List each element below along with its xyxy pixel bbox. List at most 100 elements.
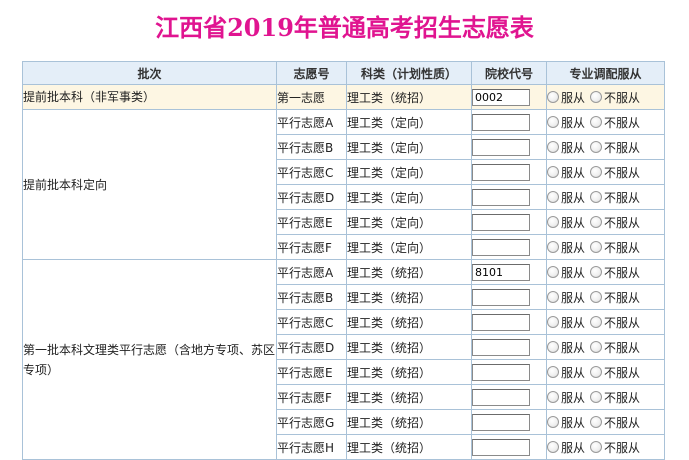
radio-button-icon[interactable] <box>590 365 603 378</box>
disobey-radio[interactable]: 不服从 <box>590 189 640 206</box>
radio-button-icon[interactable] <box>590 340 603 353</box>
disobey-radio[interactable]: 不服从 <box>590 264 640 281</box>
obey-radio-label: 服从 <box>561 165 586 180</box>
radio-button-icon[interactable] <box>590 240 603 253</box>
obey-radio[interactable]: 服从 <box>547 214 585 231</box>
order-cell: 平行志愿A <box>276 259 347 285</box>
obey-radio[interactable]: 服从 <box>547 189 585 206</box>
school-code-input[interactable] <box>472 338 530 356</box>
school-code-input[interactable] <box>472 313 530 331</box>
school-code-input[interactable] <box>472 138 530 156</box>
radio-button-icon[interactable] <box>590 90 603 103</box>
adjust-cell: 服从 不服从 <box>546 409 665 435</box>
radio-button-icon[interactable] <box>547 340 559 353</box>
obey-radio[interactable]: 服从 <box>547 164 585 181</box>
obey-radio[interactable]: 服从 <box>547 114 585 131</box>
school-code-input[interactable] <box>472 238 530 256</box>
school-code-input[interactable] <box>472 438 530 456</box>
obey-radio[interactable]: 服从 <box>547 264 585 281</box>
radio-button-icon[interactable] <box>590 190 603 203</box>
type-cell: 理工类（统招） <box>346 309 472 335</box>
school-code-input[interactable] <box>472 113 530 131</box>
radio-button-icon[interactable] <box>590 290 603 303</box>
disobey-radio[interactable]: 不服从 <box>590 389 640 406</box>
disobey-radio-label: 不服从 <box>604 315 641 330</box>
school-code-input[interactable] <box>472 263 530 281</box>
disobey-radio[interactable]: 不服从 <box>590 414 640 431</box>
table-row: 第一批本科文理类平行志愿（含地方专项、苏区专项）平行志愿A理工类（统招）服从不服… <box>22 259 665 460</box>
radio-button-icon[interactable] <box>547 240 559 253</box>
disobey-radio[interactable]: 不服从 <box>590 164 640 181</box>
school-code-input[interactable] <box>472 363 530 381</box>
obey-radio[interactable]: 服从 <box>547 139 585 156</box>
obey-radio[interactable]: 服从 <box>547 339 585 356</box>
order-cell: 平行志愿E <box>276 209 347 235</box>
school-code-input[interactable] <box>472 413 530 431</box>
obey-radio[interactable]: 服从 <box>547 89 585 106</box>
disobey-radio[interactable]: 不服从 <box>590 139 640 156</box>
disobey-radio[interactable]: 不服从 <box>590 364 640 381</box>
adjust-cell: 服从 不服从 <box>546 259 665 285</box>
form-body: 提前批本科（非军事类）第一志愿理工类（统招）服从不服从提前批本科定向平行志愿A理… <box>22 84 665 460</box>
radio-button-icon[interactable] <box>547 140 559 153</box>
school-code-input[interactable] <box>472 88 530 106</box>
school-code-input[interactable] <box>472 388 530 406</box>
disobey-radio[interactable]: 不服从 <box>590 214 640 231</box>
school-code-input[interactable] <box>472 288 530 306</box>
obey-radio[interactable]: 服从 <box>547 239 585 256</box>
disobey-radio-label: 不服从 <box>604 190 641 205</box>
radio-button-icon[interactable] <box>547 365 559 378</box>
obey-radio[interactable]: 服从 <box>547 314 585 331</box>
disobey-radio[interactable]: 不服从 <box>590 339 640 356</box>
radio-button-icon[interactable] <box>547 315 559 328</box>
code-cell <box>471 384 547 410</box>
radio-button-icon[interactable] <box>547 165 559 178</box>
disobey-radio-label: 不服从 <box>604 215 641 230</box>
adjust-cell: 服从 不服从 <box>546 384 665 410</box>
radio-button-icon[interactable] <box>590 440 603 453</box>
school-code-input[interactable] <box>472 188 530 206</box>
obey-radio[interactable]: 服从 <box>547 364 585 381</box>
radio-button-icon[interactable] <box>590 215 603 228</box>
radio-button-icon[interactable] <box>547 440 559 453</box>
radio-button-icon[interactable] <box>547 265 559 278</box>
code-cell <box>471 184 547 210</box>
order-cell: 平行志愿C <box>276 159 347 185</box>
radio-button-icon[interactable] <box>590 390 603 403</box>
disobey-radio[interactable]: 不服从 <box>590 314 640 331</box>
adjust-cell: 服从 不服从 <box>546 159 665 185</box>
disobey-radio[interactable]: 不服从 <box>590 89 640 106</box>
obey-radio[interactable]: 服从 <box>547 414 585 431</box>
school-code-input[interactable] <box>472 163 530 181</box>
disobey-radio[interactable]: 不服从 <box>590 239 640 256</box>
adjust-cell: 服从 不服从 <box>546 434 665 460</box>
radio-button-icon[interactable] <box>590 165 603 178</box>
disobey-radio[interactable]: 不服从 <box>590 289 640 306</box>
type-cell: 理工类（统招） <box>346 284 472 310</box>
radio-button-icon[interactable] <box>590 265 603 278</box>
obey-radio[interactable]: 服从 <box>547 389 585 406</box>
header-adjust: 专业调配服从 <box>546 61 665 85</box>
obey-radio[interactable]: 服从 <box>547 289 585 306</box>
radio-button-icon[interactable] <box>547 90 559 103</box>
radio-button-icon[interactable] <box>590 415 603 428</box>
radio-button-icon[interactable] <box>547 215 559 228</box>
disobey-radio[interactable]: 不服从 <box>590 439 640 456</box>
disobey-radio[interactable]: 不服从 <box>590 114 640 131</box>
obey-radio-label: 服从 <box>561 290 586 305</box>
radio-button-icon[interactable] <box>547 190 559 203</box>
radio-button-icon[interactable] <box>590 140 603 153</box>
obey-radio[interactable]: 服从 <box>547 439 585 456</box>
school-code-input[interactable] <box>472 213 530 231</box>
adjust-cell: 服从 不服从 <box>546 184 665 210</box>
batch-cell: 第一批本科文理类平行志愿（含地方专项、苏区专项） <box>22 259 277 460</box>
radio-button-icon[interactable] <box>547 390 559 403</box>
type-cell: 理工类（定向） <box>346 109 472 135</box>
radio-button-icon[interactable] <box>547 415 559 428</box>
order-cell: 平行志愿B <box>276 134 347 160</box>
code-cell <box>471 84 547 110</box>
radio-button-icon[interactable] <box>590 315 603 328</box>
radio-button-icon[interactable] <box>547 115 559 128</box>
radio-button-icon[interactable] <box>547 290 559 303</box>
radio-button-icon[interactable] <box>590 115 603 128</box>
